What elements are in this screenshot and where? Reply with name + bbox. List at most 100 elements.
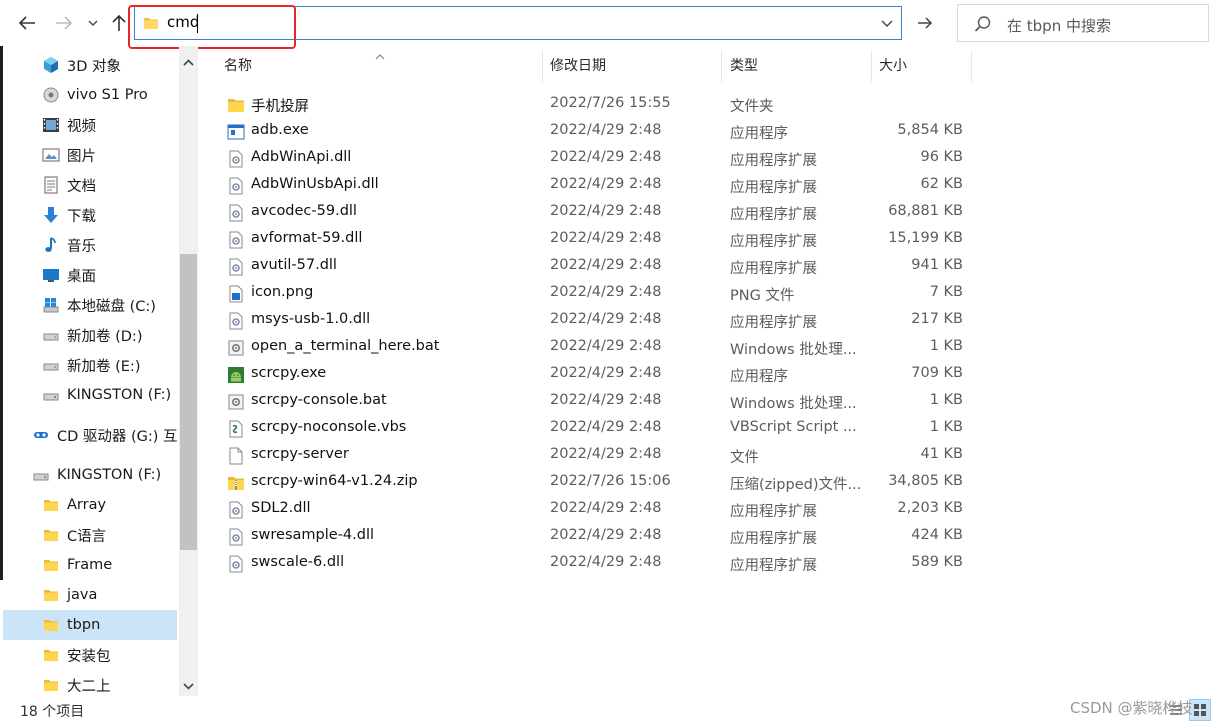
usb-drive-icon — [41, 385, 61, 405]
file-date: 2022/4/29 2:48 — [550, 500, 662, 516]
search-box[interactable]: 在 tbpn 中搜索 — [957, 4, 1209, 42]
file-type: PNG 文件 — [730, 288, 795, 304]
file-row[interactable]: AdbWinUsbApi.dll 2022/4/29 2:48 应用程序扩展 62 K… — [219, 172, 979, 199]
nav-item-music[interactable]: 音乐 — [3, 230, 177, 260]
nav-item-vivo-s1-pro[interactable]: vivo S1 Pro — [3, 80, 177, 110]
go-button[interactable] — [910, 9, 940, 37]
column-divider[interactable] — [971, 50, 972, 82]
nav-item-cd-drive-g[interactable]: CD 驱动器 (G:) 互 — [3, 420, 178, 450]
nav-pane-scrollbar[interactable] — [179, 46, 198, 696]
file-type: 应用程序 — [730, 126, 788, 142]
status-bar: 18 个项目 — [0, 696, 1221, 726]
forward-button[interactable] — [50, 9, 78, 37]
column-divider[interactable] — [721, 50, 722, 82]
nav-item-local-disk-c[interactable]: 本地磁盘 (C:) — [3, 290, 177, 320]
nav-item-documents[interactable]: 文档 — [3, 170, 177, 200]
nav-item-downloads[interactable]: 下载 — [3, 200, 177, 230]
nav-item-desktop[interactable]: 桌面 — [3, 260, 177, 290]
file-name: avformat-59.dll — [251, 230, 363, 246]
nav-item-pictures[interactable]: 图片 — [3, 140, 177, 170]
dll-gear-icon — [227, 555, 245, 573]
back-button[interactable] — [13, 9, 41, 37]
recent-locations-button[interactable] — [82, 9, 104, 37]
dll-gear-icon — [227, 501, 245, 519]
nav-item-array[interactable]: Array — [3, 490, 177, 520]
cd-drive-icon — [31, 425, 51, 445]
file-date: 2022/4/29 2:48 — [550, 122, 662, 138]
file-row[interactable]: scrcpy-noconsole.vbs 2022/4/29 2:48 VBScri… — [219, 415, 979, 442]
file-row[interactable]: swresample-4.dll 2022/4/29 2:48 应用程序扩展 424 … — [219, 523, 979, 550]
address-dropdown-button[interactable] — [881, 16, 893, 32]
large-icons-view-icon — [1194, 704, 1206, 716]
search-icon — [974, 15, 992, 37]
file-type: 应用程序扩展 — [730, 153, 817, 169]
file-type: 应用程序扩展 — [730, 531, 817, 547]
column-header-date[interactable]: 修改日期 — [550, 46, 720, 84]
file-row[interactable]: icon.png 2022/4/29 2:48 PNG 文件 7 KB — [219, 280, 979, 307]
file-row[interactable]: adb.exe 2022/4/29 2:48 应用程序 5,854 KB — [219, 118, 979, 145]
file-type: 压缩(zipped)文件... — [730, 477, 862, 493]
up-arrow-icon — [112, 14, 126, 31]
file-row[interactable]: msys-usb-1.0.dll 2022/4/29 2:48 应用程序扩展 217 … — [219, 307, 979, 334]
phone-device-icon — [41, 85, 61, 105]
nav-item-3d-objects[interactable]: 3D 对象 — [3, 50, 177, 80]
file-row[interactable]: scrcpy-win64-v1.24.zip 2022/7/26 15:06 压缩(… — [219, 469, 979, 496]
file-row[interactable]: SDL2.dll 2022/4/29 2:48 应用程序扩展 2,203 KB — [219, 496, 979, 523]
file-date: 2022/4/29 2:48 — [550, 230, 662, 246]
column-divider[interactable] — [871, 50, 872, 82]
file-row[interactable]: avcodec-59.dll 2022/4/29 2:48 应用程序扩展 68,881… — [219, 199, 979, 226]
scroll-up-arrow-icon[interactable] — [183, 54, 194, 70]
file-name: 手机投屏 — [251, 99, 309, 115]
file-type: VBScript Script ... — [730, 419, 857, 435]
documents-icon — [41, 175, 61, 195]
file-date: 2022/4/29 2:48 — [550, 311, 662, 327]
dll-gear-icon — [227, 528, 245, 546]
download-arrow-icon — [41, 205, 61, 225]
nav-item-kingston-f-root[interactable]: KINGSTON (F:) — [3, 460, 177, 490]
nav-item-c-language[interactable]: C语言 — [3, 520, 177, 550]
nav-item-videos[interactable]: 视频 — [3, 110, 177, 140]
file-size: 7 KB — [929, 284, 963, 300]
file-row[interactable]: scrcpy-server 2022/4/29 2:48 文件 41 KB — [219, 442, 979, 469]
scroll-down-arrow-icon[interactable] — [183, 678, 194, 694]
file-row[interactable]: avformat-59.dll 2022/4/29 2:48 应用程序扩展 15,19… — [219, 226, 979, 253]
file-row[interactable]: avutil-57.dll 2022/4/29 2:48 应用程序扩展 941 KB — [219, 253, 979, 280]
pictures-icon — [41, 145, 61, 165]
file-size: 1 KB — [929, 392, 963, 408]
file-size: 589 KB — [911, 554, 963, 570]
chevron-down-icon — [881, 20, 893, 27]
nav-item-tbpn[interactable]: tbpn — [3, 610, 177, 640]
dll-gear-icon — [227, 312, 245, 330]
column-divider[interactable] — [542, 50, 543, 82]
exe-window-icon — [227, 123, 245, 141]
file-size: 96 KB — [920, 149, 963, 165]
folder-icon — [41, 495, 61, 515]
nav-item-kingston-f[interactable]: KINGSTON (F:) — [3, 380, 177, 410]
file-row[interactable]: scrcpy.exe 2022/4/29 2:48 应用程序 709 KB — [219, 361, 979, 388]
folder-icon — [41, 585, 61, 605]
file-name: adb.exe — [251, 122, 309, 138]
column-header-size[interactable]: 大小 — [879, 46, 969, 84]
file-row[interactable]: 手机投屏 2022/7/26 15:55 文件夹 — [219, 91, 979, 118]
nav-item-drive-e[interactable]: 新加卷 (E:) — [3, 350, 177, 380]
file-row[interactable]: scrcpy-console.bat 2022/4/29 2:48 Windows … — [219, 388, 979, 415]
nav-item-java[interactable]: java — [3, 580, 177, 610]
nav-item-installers[interactable]: 安装包 — [3, 640, 177, 670]
file-row[interactable]: AdbWinApi.dll 2022/4/29 2:48 应用程序扩展 96 KB — [219, 145, 979, 172]
usb-drive-icon — [31, 465, 51, 485]
file-row[interactable]: swscale-6.dll 2022/4/29 2:48 应用程序扩展 589 KB — [219, 550, 979, 577]
dll-gear-icon — [227, 177, 245, 195]
folder-icon — [41, 555, 61, 575]
file-type: 文件夹 — [730, 99, 774, 115]
file-size: 709 KB — [911, 365, 963, 381]
file-row[interactable]: open_a_terminal_here.bat 2022/4/29 2:48 Wi… — [219, 334, 979, 361]
column-header-type[interactable]: 类型 — [730, 46, 870, 84]
scrollbar-thumb[interactable] — [180, 254, 197, 550]
png-image-icon — [227, 285, 245, 303]
nav-item-drive-d[interactable]: 新加卷 (D:) — [3, 320, 177, 350]
dll-gear-icon — [227, 231, 245, 249]
file-size: 941 KB — [911, 257, 963, 273]
file-size: 424 KB — [911, 527, 963, 543]
nav-item-frame[interactable]: Frame — [3, 550, 177, 580]
file-name: scrcpy-server — [251, 446, 349, 462]
